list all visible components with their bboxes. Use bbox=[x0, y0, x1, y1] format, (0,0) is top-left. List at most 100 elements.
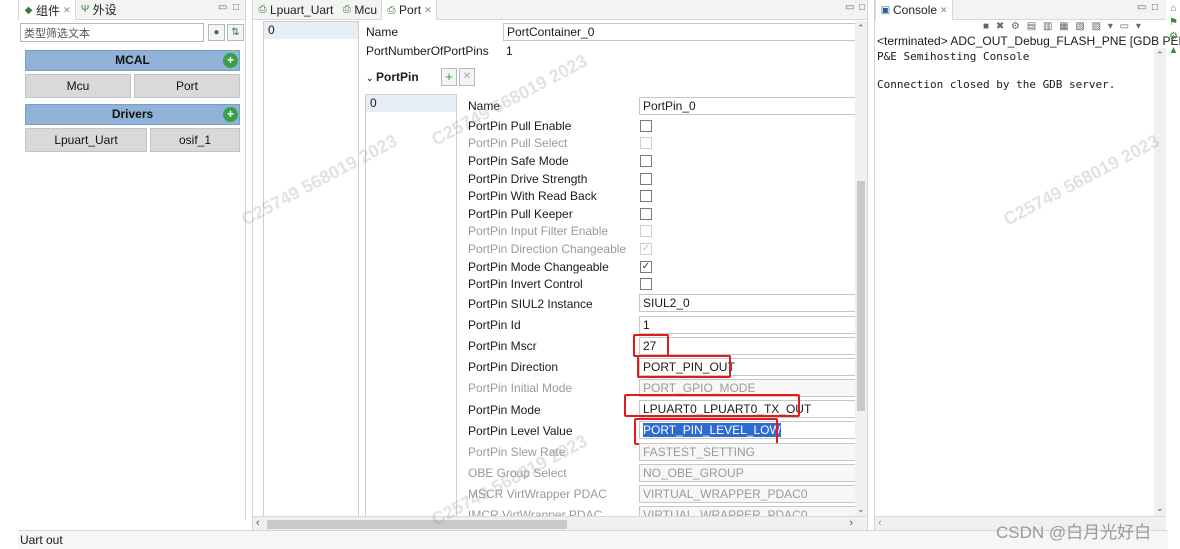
pin-mode-label: PortPin Mode bbox=[468, 403, 541, 417]
console-line: Connection closed by the GDB server. bbox=[877, 78, 1116, 91]
tab-peripherals-label: 外设 bbox=[92, 3, 117, 17]
read-back-label: PortPin With Read Back bbox=[468, 189, 597, 203]
csdn-watermark: CSDN @白月光好白 bbox=[996, 523, 1152, 542]
component-lpuart-uart[interactable]: Lpuart_Uart bbox=[25, 128, 147, 152]
invert-control-checkbox[interactable] bbox=[640, 278, 652, 290]
group-title: Drivers bbox=[111, 107, 154, 121]
name-label: Name bbox=[366, 25, 399, 39]
console-panel: ▣ Console ✕ ▭ □ ■ ✖ ⚙ ▤ ▥ ▦ ▧ ▨ ▾ ▭ ▾ <t… bbox=[874, 0, 1180, 532]
add-filter-icon[interactable]: ● bbox=[208, 24, 225, 41]
pull-enable-label: PortPin Pull Enable bbox=[468, 119, 572, 133]
components-panel: ◆ 组件 ✕ Ψ 外设 ▭ □ 类型筛选文本 ● ⇅ MCAL + Mcu Po… bbox=[18, 0, 246, 520]
components-icon: ◆ bbox=[24, 4, 33, 16]
remove-icon[interactable]: ✕ bbox=[459, 68, 475, 86]
initial-mode-label: PortPin Initial Mode bbox=[468, 381, 573, 395]
side-icon[interactable]: ▲ bbox=[1167, 44, 1180, 58]
sort-icon[interactable]: ⇅ bbox=[227, 24, 244, 41]
container-list[interactable]: 0 bbox=[263, 21, 359, 517]
section-title: PortPin bbox=[376, 70, 419, 84]
obe-group-label: OBE Group Select bbox=[468, 466, 567, 480]
side-icon[interactable]: ⚙ bbox=[1167, 30, 1180, 44]
group-header-mcal[interactable]: MCAL + bbox=[25, 50, 240, 71]
close-icon[interactable]: ✕ bbox=[63, 5, 71, 16]
port-editor: ⎙ Lpuart_Uart ⎙ Mcu ⎙ Port ✕ ▭ □ 0 Name … bbox=[238, 0, 868, 532]
tab-components-label: 组件 bbox=[36, 3, 61, 18]
drive-strength-label: PortPin Drive Strength bbox=[468, 172, 588, 186]
maximize-icon[interactable]: □ bbox=[1152, 2, 1158, 13]
pin-name-field[interactable]: PortPin_0 bbox=[639, 97, 857, 115]
add-icon[interactable]: + bbox=[223, 53, 238, 68]
close-icon[interactable]: ✕ bbox=[940, 5, 948, 16]
portpin-list[interactable]: 0 bbox=[365, 94, 457, 518]
group-header-drivers[interactable]: Drivers + bbox=[25, 104, 240, 125]
minimize-icon[interactable]: ▭ bbox=[845, 2, 854, 13]
chevron-down-icon[interactable]: ⌄ bbox=[366, 73, 376, 83]
read-back-checkbox[interactable] bbox=[640, 190, 652, 202]
portpin-section-title[interactable]: ⌄ PortPin bbox=[366, 70, 419, 84]
tab-components[interactable]: ◆ 组件 ✕ bbox=[18, 0, 76, 20]
scroll-down-icon[interactable]: ⌄ bbox=[1156, 503, 1164, 514]
scroll-up-icon[interactable]: ⌃ bbox=[1156, 50, 1164, 61]
container-name-field[interactable]: PortContainer_0 bbox=[503, 23, 858, 41]
side-icon[interactable]: ⚑ bbox=[1167, 16, 1180, 30]
editor-vertical-scrollbar[interactable]: ⌃ ⌄ bbox=[855, 21, 867, 517]
mscr-virtwrapper-label: MSCR VirtWrapper PDAC bbox=[468, 487, 607, 501]
safe-mode-label: PortPin Safe Mode bbox=[468, 154, 569, 168]
mode-changeable-checkbox[interactable]: ✓ bbox=[640, 261, 652, 273]
siul2-instance-label: PortPin SIUL2 Instance bbox=[468, 297, 593, 311]
pin-id-label: PortPin Id bbox=[468, 318, 521, 332]
scroll-up-icon[interactable]: ⌃ bbox=[857, 23, 865, 34]
tab-peripherals[interactable]: Ψ 外设 bbox=[76, 0, 121, 20]
side-toolbar[interactable]: ⌂ ⚑ ⚙ ▲ bbox=[1167, 2, 1180, 58]
minimize-icon[interactable]: ▭ bbox=[1137, 2, 1146, 13]
scroll-down-icon[interactable]: ⌄ bbox=[857, 504, 865, 515]
add-icon[interactable]: + bbox=[223, 107, 238, 122]
component-mcu[interactable]: Mcu bbox=[25, 74, 131, 98]
annotation-box bbox=[624, 394, 800, 417]
pin-id-field[interactable]: 1 bbox=[639, 316, 857, 334]
component-osif[interactable]: osif_1 bbox=[150, 128, 240, 152]
slew-rate-select: FASTEST_SETTING bbox=[639, 443, 857, 461]
tab-port[interactable]: ⎙ Port ✕ bbox=[381, 0, 437, 20]
scrollbar-thumb[interactable] bbox=[267, 520, 567, 529]
minimize-icon[interactable]: ▭ bbox=[218, 2, 227, 13]
container-list-item[interactable]: 0 bbox=[264, 22, 358, 39]
pull-enable-checkbox[interactable] bbox=[640, 120, 652, 132]
slew-rate-label: PortPin Slew Rate bbox=[468, 445, 566, 459]
siul2-instance-select[interactable]: SIUL2_0 bbox=[639, 294, 857, 312]
console-toolbar[interactable]: ■ ✖ ⚙ ▤ ▥ ▦ ▧ ▨ ▾ ▭ ▾ bbox=[983, 21, 1143, 32]
add-icon[interactable]: + bbox=[441, 68, 457, 86]
pull-keeper-checkbox[interactable] bbox=[640, 208, 652, 220]
portpin-list-item[interactable]: 0 bbox=[366, 95, 456, 112]
annotation-box bbox=[637, 355, 731, 378]
components-tabbar: ◆ 组件 ✕ Ψ 外设 ▭ □ bbox=[18, 0, 245, 20]
tab-mcu[interactable]: ⎙ Mcu bbox=[337, 0, 381, 20]
direction-changeable-label: PortPin Direction Changeable bbox=[468, 242, 627, 256]
filter-input[interactable]: 类型筛选文本 bbox=[20, 23, 204, 42]
maximize-icon[interactable]: □ bbox=[233, 2, 239, 13]
side-icon[interactable]: ⌂ bbox=[1167, 2, 1180, 16]
mscr-field[interactable]: 27 bbox=[639, 337, 857, 355]
file-icon: ⎙ bbox=[342, 4, 351, 15]
drive-strength-checkbox[interactable] bbox=[640, 173, 652, 185]
tab-label: Port bbox=[399, 3, 422, 17]
component-port[interactable]: Port bbox=[134, 74, 240, 98]
scrollbar-thumb[interactable] bbox=[857, 181, 865, 411]
invert-control-label: PortPin Invert Control bbox=[468, 277, 583, 291]
console-icon: ▣ bbox=[880, 4, 891, 16]
level-value-label: PortPin Level Value bbox=[468, 424, 573, 438]
console-terminated-line: <terminated> ADC_OUT_Debug_FLASH_PNE [GD… bbox=[877, 34, 1180, 48]
scroll-left-icon[interactable]: ‹ bbox=[256, 517, 260, 529]
mode-changeable-label: PortPin Mode Changeable bbox=[468, 260, 609, 274]
scroll-right-icon[interactable]: › bbox=[849, 517, 853, 529]
direction-changeable-checkbox: ✓ bbox=[640, 243, 652, 255]
pull-select-label: PortPin Pull Select bbox=[468, 136, 568, 150]
console-vertical-scrollbar[interactable]: ⌃ ⌄ bbox=[1154, 48, 1166, 516]
maximize-icon[interactable]: □ bbox=[859, 2, 865, 13]
scroll-left-icon[interactable]: ‹ bbox=[878, 517, 882, 529]
close-icon[interactable]: ✕ bbox=[424, 5, 432, 16]
tab-console[interactable]: ▣ Console ✕ bbox=[875, 0, 953, 20]
safe-mode-checkbox[interactable] bbox=[640, 155, 652, 167]
tab-lpuart-uart[interactable]: ⎙ Lpuart_Uart bbox=[253, 0, 337, 20]
annotation-box bbox=[634, 418, 778, 445]
